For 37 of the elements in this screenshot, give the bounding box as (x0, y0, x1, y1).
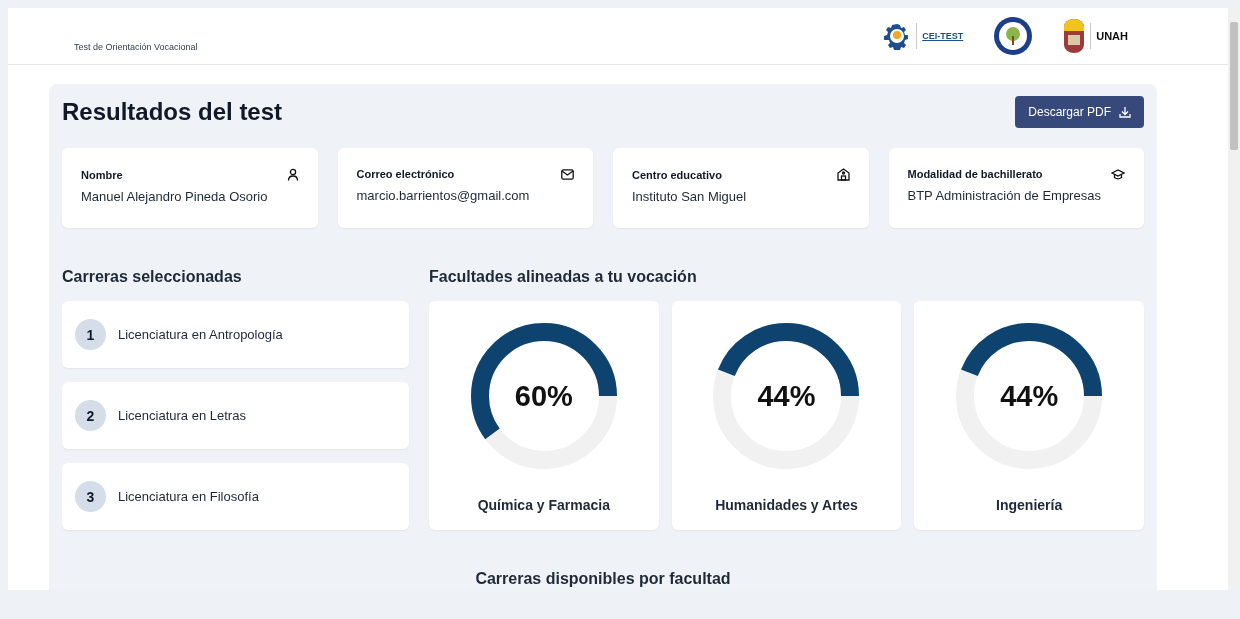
percentage-value: 44% (757, 379, 816, 413)
download-pdf-button[interactable]: Descargar PDF (1015, 96, 1144, 128)
logo-text: CEI-TEST (922, 31, 964, 41)
seal-logo-icon (993, 16, 1034, 56)
percentage-value: 60% (514, 379, 573, 413)
percentage-value: 44% (1000, 379, 1059, 413)
mail-icon (561, 168, 574, 180)
field-label: Centro educativo (632, 168, 722, 181)
building-icon (836, 168, 850, 181)
field-label: Nombre (81, 168, 123, 181)
page-title: Resultados del test (62, 98, 283, 126)
faculty-name: Humanidades y Artes (715, 497, 858, 513)
download-icon (1119, 106, 1131, 118)
field-value: BTP Administración de Empresas (907, 188, 1102, 203)
career-name: Licenciatura en Filosofía (118, 489, 259, 504)
section-heading: Facultades alineadas a tu vocación (429, 268, 698, 286)
logo-text: UNAH (1096, 30, 1128, 42)
graduation-cap-icon (1111, 168, 1125, 180)
field-value: marcio.barrientos@gmail.com (356, 188, 531, 203)
faculty-name: Química y Farmacia (477, 497, 610, 513)
field-value: Instituto San Miguel (632, 189, 748, 204)
rank-badge: 2 (75, 400, 106, 431)
section-heading: Carreras seleccionadas (62, 268, 243, 286)
section-heading: Carreras disponibles por facultad (474, 570, 732, 588)
field-value: Manuel Alejandro Pineda Osorio (81, 189, 269, 204)
field-label: Correo electrónico (356, 168, 455, 180)
rank-badge: 3 (75, 481, 106, 512)
faculty-name: Ingeniería (996, 497, 1063, 513)
rank-badge: 1 (75, 319, 106, 350)
app-subtitle: Test de Orientación Vocacional (74, 42, 198, 52)
scrollbar[interactable] (1228, 8, 1240, 588)
field-label: Modalidad de bachillerato (907, 168, 1043, 180)
career-name: Licenciatura en Letras (118, 408, 246, 423)
career-name: Licenciatura en Antropología (118, 327, 283, 342)
scrollbar-thumb[interactable] (1230, 22, 1238, 150)
user-icon (286, 168, 299, 181)
shield-logo-icon (1063, 19, 1086, 53)
